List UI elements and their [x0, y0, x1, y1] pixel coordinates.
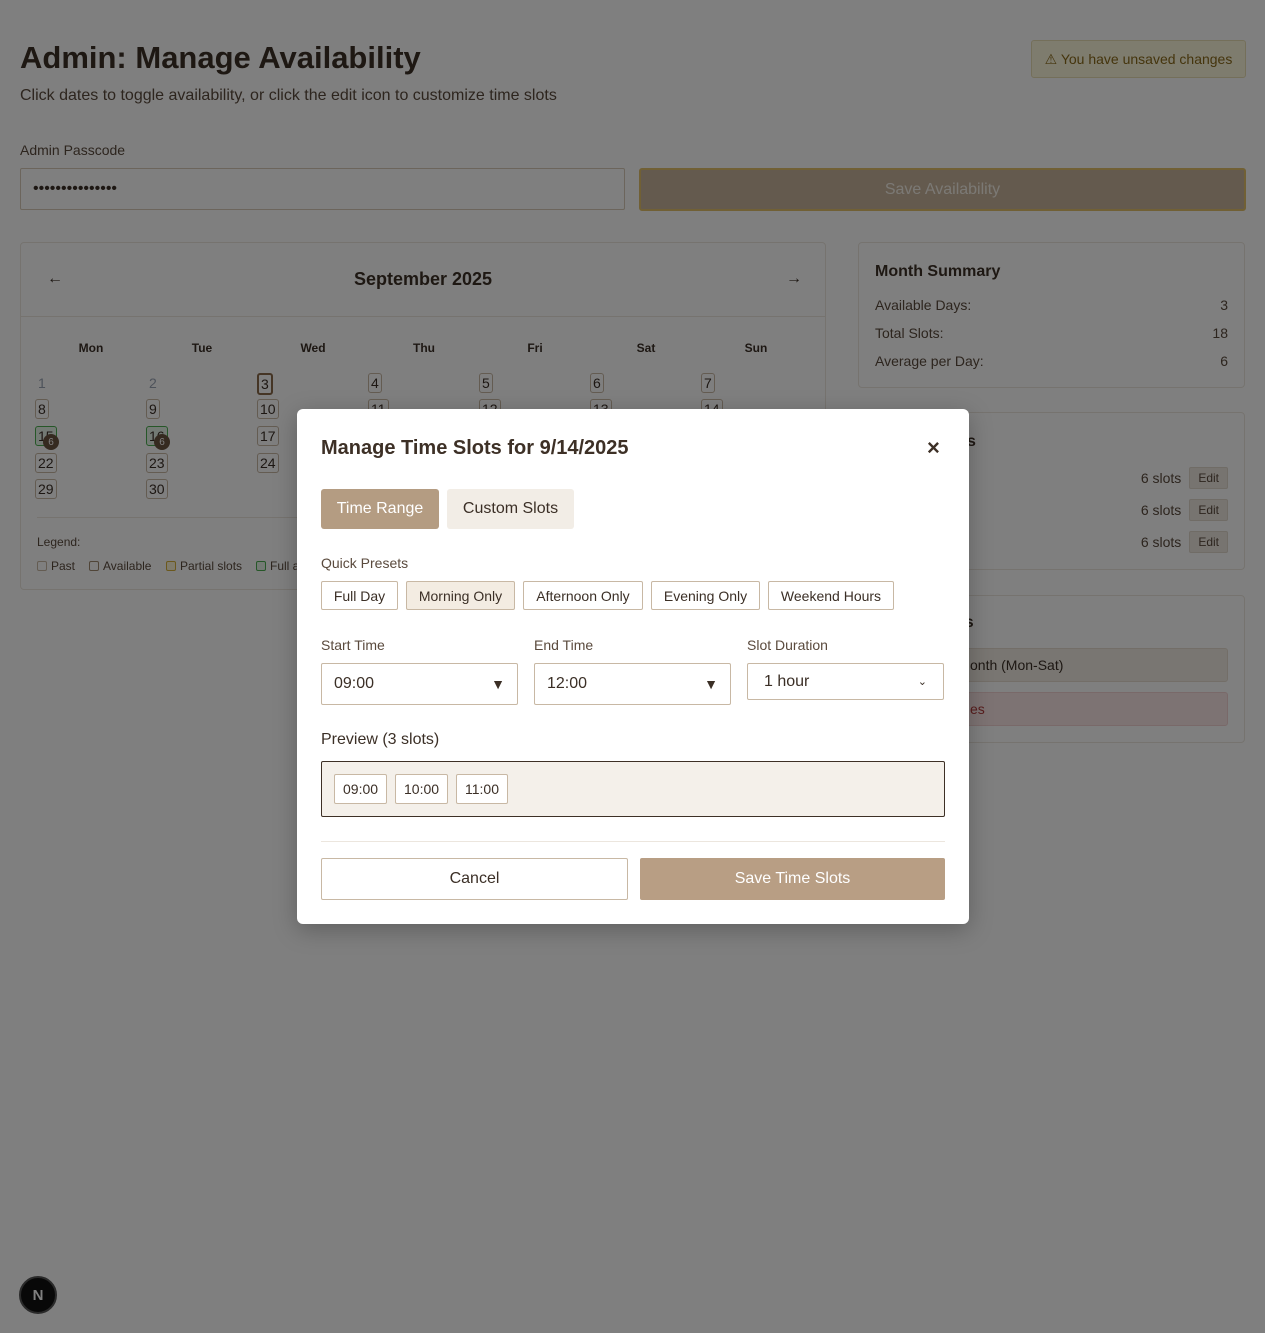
cancel-button[interactable]: Cancel — [321, 858, 628, 900]
end-time-label: End Time — [534, 637, 594, 653]
tab-custom-slots[interactable]: Custom Slots — [447, 489, 574, 529]
chevron-down-icon: ⌄ — [917, 676, 927, 688]
preset-weekend-button[interactable]: Weekend Hours — [768, 581, 894, 610]
dropdown-arrow-icon: ▼ — [491, 676, 505, 692]
start-time-select[interactable]: 09:00 ▼ — [321, 663, 518, 705]
slot-chip: 10:00 — [395, 774, 449, 804]
preset-full-day-button[interactable]: Full Day — [321, 581, 398, 610]
slot-duration-label: Slot Duration — [747, 637, 828, 653]
end-time-select[interactable]: 12:00 ▼ — [534, 663, 731, 705]
preset-evening-button[interactable]: Evening Only — [651, 581, 760, 610]
time-slots-modal: Manage Time Slots for 9/14/2025 × Time R… — [297, 409, 969, 924]
modal-title: Manage Time Slots for 9/14/2025 — [321, 437, 629, 459]
preview-label: Preview (3 slots) — [321, 731, 440, 748]
preset-morning-button[interactable]: Morning Only — [406, 581, 515, 610]
preview-box: 09:00 10:00 11:00 — [321, 761, 945, 817]
quick-presets-label: Quick Presets — [321, 555, 409, 571]
slot-chip: 11:00 — [456, 774, 508, 804]
slot-chip: 09:00 — [334, 774, 388, 804]
tab-time-range[interactable]: Time Range — [321, 489, 439, 529]
start-time-label: Start Time — [321, 637, 385, 653]
preset-afternoon-button[interactable]: Afternoon Only — [523, 581, 643, 610]
save-time-slots-button[interactable]: Save Time Slots — [640, 858, 945, 900]
slot-duration-value: 1 hour — [764, 672, 810, 690]
modal-divider — [321, 841, 945, 842]
dropdown-arrow-icon: ▼ — [704, 676, 718, 692]
start-time-value: 09:00 — [334, 675, 375, 692]
end-time-value: 12:00 — [547, 675, 588, 692]
close-icon[interactable]: × — [927, 437, 940, 459]
slot-duration-select[interactable]: 1 hour ⌄ — [747, 663, 944, 700]
